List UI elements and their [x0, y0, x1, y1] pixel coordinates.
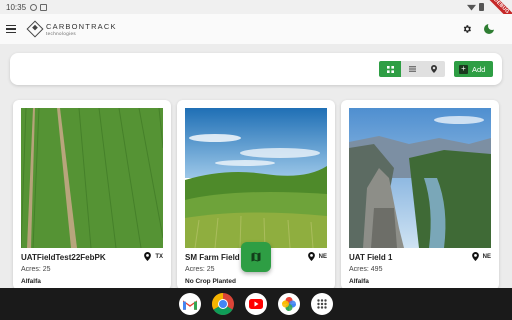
android-dock: [0, 288, 512, 320]
app-drawer-icon[interactable]: [311, 293, 333, 315]
field-state: NE: [318, 253, 327, 260]
sim-icon: [40, 3, 48, 11]
list-icon: [408, 66, 416, 72]
menu-icon[interactable]: [6, 25, 16, 33]
location-pin-icon: [144, 252, 152, 261]
status-time: 10:35: [6, 2, 27, 12]
field-card[interactable]: UATFieldTest22FebPK TX Acres: 25 Alfalfa: [13, 100, 171, 290]
youtube-icon[interactable]: [245, 293, 267, 315]
field-crop: No Crop Planted: [185, 278, 236, 285]
grid-view-button[interactable]: [379, 61, 401, 77]
app-bar: CARBONTRACK technologies: [0, 14, 512, 44]
wifi-icon: [467, 4, 476, 11]
field-title: SM Farm Field: [185, 253, 240, 262]
field-image: [185, 108, 327, 248]
map-icon: [251, 252, 261, 262]
map-pin-icon: [431, 65, 437, 73]
field-acres: Acres: 25: [185, 266, 215, 273]
photos-icon[interactable]: [278, 293, 300, 315]
brand-name: CARBONTRACK: [46, 22, 117, 31]
plus-icon: +: [459, 64, 468, 74]
brand-subtitle: technologies: [46, 31, 77, 36]
status-bar: 10:35 DEBUG: [0, 0, 512, 27]
field-acres: Acres: 25: [21, 266, 51, 273]
add-button-label: Add: [472, 64, 486, 74]
logo-mark-icon: [26, 20, 44, 38]
location-pin-icon: [471, 252, 479, 261]
field-acres: Acres: 495: [349, 266, 383, 273]
map-fab-button[interactable]: [241, 242, 271, 272]
grid-icon: [386, 65, 394, 73]
field-image: [349, 108, 491, 248]
field-card[interactable]: UAT Field 1 NE Acres: 495 Alfalfa: [341, 100, 499, 290]
view-toggle-group: [379, 61, 445, 77]
location-pin-icon: [307, 252, 315, 261]
field-state: NE: [482, 253, 491, 260]
list-view-button[interactable]: [401, 61, 423, 77]
field-title: UAT Field 1: [349, 253, 393, 262]
notification-icon: [30, 3, 38, 11]
gmail-icon[interactable]: [179, 293, 201, 315]
field-crop: Alfalfa: [349, 278, 369, 285]
battery-icon: [479, 3, 484, 11]
add-field-button[interactable]: + Add: [454, 61, 493, 77]
field-image: [21, 108, 163, 248]
map-view-button[interactable]: [423, 61, 445, 77]
field-location: NE: [471, 252, 491, 261]
field-state: TX: [155, 253, 163, 260]
field-title: UATFieldTest22FebPK: [21, 253, 106, 262]
settings-gear-icon[interactable]: [462, 24, 472, 34]
field-location: TX: [144, 252, 163, 261]
chrome-icon[interactable]: [212, 293, 234, 315]
filter-toolbar: + Add: [10, 53, 502, 85]
theme-toggle-icon[interactable]: [484, 22, 496, 34]
field-crop: Alfalfa: [21, 278, 41, 285]
brand-logo: CARBONTRACK technologies: [26, 20, 117, 38]
field-location: NE: [307, 252, 327, 261]
